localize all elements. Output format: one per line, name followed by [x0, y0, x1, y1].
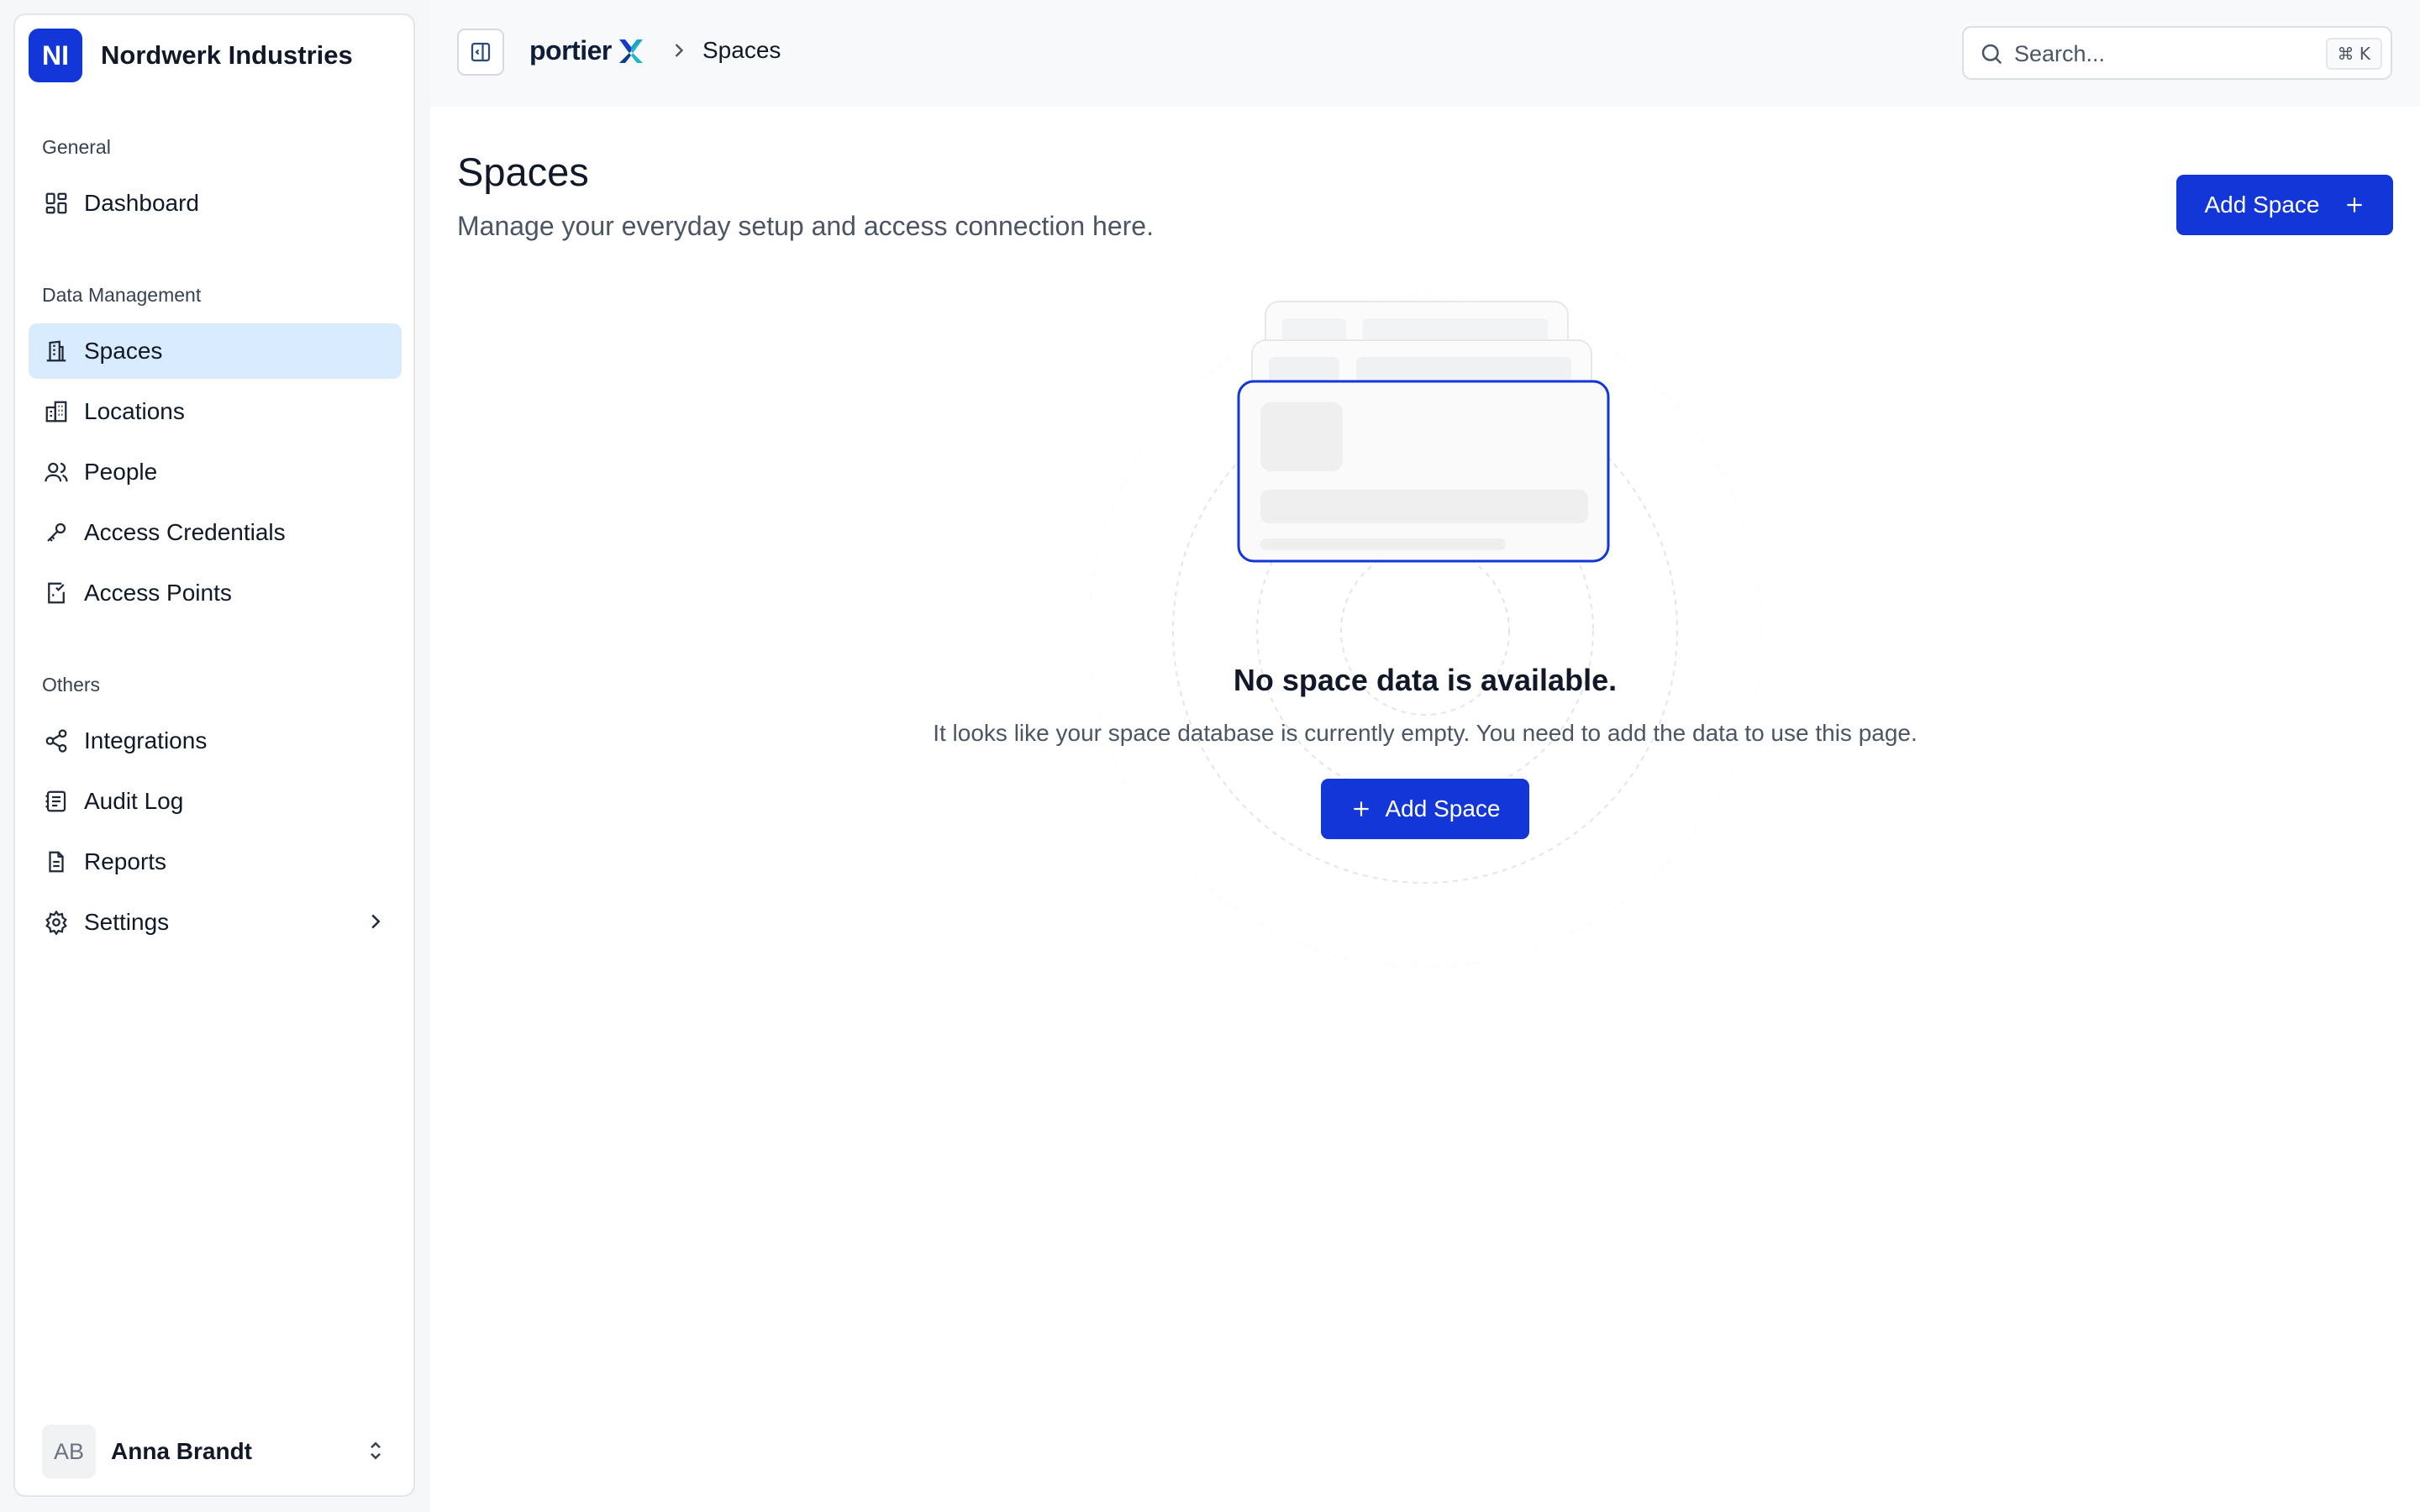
- sidebar-item-label: Reports: [84, 848, 167, 874]
- section-label-general: General: [42, 136, 111, 158]
- report-icon: [42, 848, 71, 876]
- key-icon: [42, 518, 71, 547]
- topbar: portier Spaces ⌘ K: [430, 0, 2420, 107]
- sidebar-item-locations[interactable]: Locations: [29, 384, 402, 439]
- sidebar-item-label: Access Points: [84, 580, 232, 606]
- main-content: Spaces Manage your everyday setup and ac…: [430, 107, 2420, 1512]
- gear-icon: [42, 908, 71, 937]
- empty-state-illustration: [1087, 293, 1763, 969]
- sidebar-item-access-points[interactable]: Access Points: [29, 565, 402, 621]
- empty-state-title: No space data is available.: [1233, 663, 1618, 697]
- chevron-up-down-icon: [363, 1438, 388, 1463]
- sidebar-item-settings[interactable]: Settings: [29, 895, 402, 950]
- sidebar-item-spaces[interactable]: Spaces: [29, 323, 402, 379]
- sidebar-item-dashboard[interactable]: Dashboard: [29, 176, 402, 231]
- plus-icon: [2344, 194, 2365, 216]
- chevron-right-icon: [363, 909, 388, 934]
- search-input[interactable]: [2012, 34, 2302, 73]
- empty-state-description: It looks like your space database is cur…: [933, 720, 1918, 746]
- sidebar-item-audit-log[interactable]: Audit Log: [29, 774, 402, 829]
- brand-name: portier: [529, 35, 612, 66]
- org-logo: NI: [29, 29, 82, 82]
- sidebar-item-label: Dashboard: [84, 190, 199, 216]
- empty-state-add-space-button[interactable]: Add Space: [1321, 779, 1529, 839]
- sidebar-item-label: Locations: [84, 398, 185, 424]
- avatar: AB: [42, 1425, 96, 1478]
- section-label-data-management: Data Management: [42, 284, 202, 306]
- sidebar-item-access-credentials[interactable]: Access Credentials: [29, 505, 402, 560]
- sidebar-item-label: Access Credentials: [84, 519, 286, 545]
- sidebar-item-label: Spaces: [84, 338, 163, 364]
- plus-icon: [1350, 798, 1372, 820]
- dashboard-icon: [42, 189, 71, 218]
- page-subtitle: Manage your everyday setup and access co…: [457, 211, 1154, 241]
- user-name: Anna Brandt: [111, 1438, 252, 1464]
- breadcrumb-separator-icon: [667, 39, 691, 62]
- org-name: Nordwerk Industries: [101, 40, 353, 70]
- sidebar-item-integrations[interactable]: Integrations: [29, 713, 402, 769]
- sidebar-collapse-icon: [468, 39, 493, 65]
- brand-logo[interactable]: portier: [529, 35, 645, 66]
- building-icon: [42, 337, 71, 365]
- users-icon: [42, 458, 71, 486]
- log-icon: [42, 787, 71, 816]
- add-space-button[interactable]: Add Space: [2176, 175, 2393, 235]
- add-space-label: Add Space: [2204, 192, 2320, 218]
- sidebar-item-label: Settings: [84, 909, 170, 935]
- search-box[interactable]: ⌘ K: [1962, 26, 2392, 80]
- sidebar-item-label: People: [84, 459, 158, 485]
- sidebar-item-people[interactable]: People: [29, 444, 402, 500]
- page-title: Spaces: [457, 150, 589, 194]
- keyboard-shortcut-badge: ⌘ K: [2325, 38, 2382, 70]
- brand-mark-icon: [617, 37, 645, 66]
- breadcrumb-current: Spaces: [702, 37, 781, 63]
- user-menu[interactable]: AB Anna Brandt: [29, 1421, 402, 1482]
- sidebar-toggle-button[interactable]: [457, 29, 504, 76]
- sidebar-item-label: Audit Log: [84, 788, 184, 814]
- empty-state-add-space-label: Add Space: [1385, 795, 1501, 822]
- share-icon: [42, 727, 71, 755]
- org-switcher[interactable]: NI Nordwerk Industries: [29, 29, 353, 82]
- city-icon: [42, 397, 71, 426]
- section-label-others: Others: [42, 674, 101, 696]
- sidebar: NI Nordwerk Industries General Dashboard…: [13, 13, 415, 1497]
- search-icon: [1979, 41, 2004, 66]
- sidebar-item-reports[interactable]: Reports: [29, 834, 402, 890]
- sidebar-item-label: Integrations: [84, 727, 208, 753]
- door-check-icon: [42, 579, 71, 607]
